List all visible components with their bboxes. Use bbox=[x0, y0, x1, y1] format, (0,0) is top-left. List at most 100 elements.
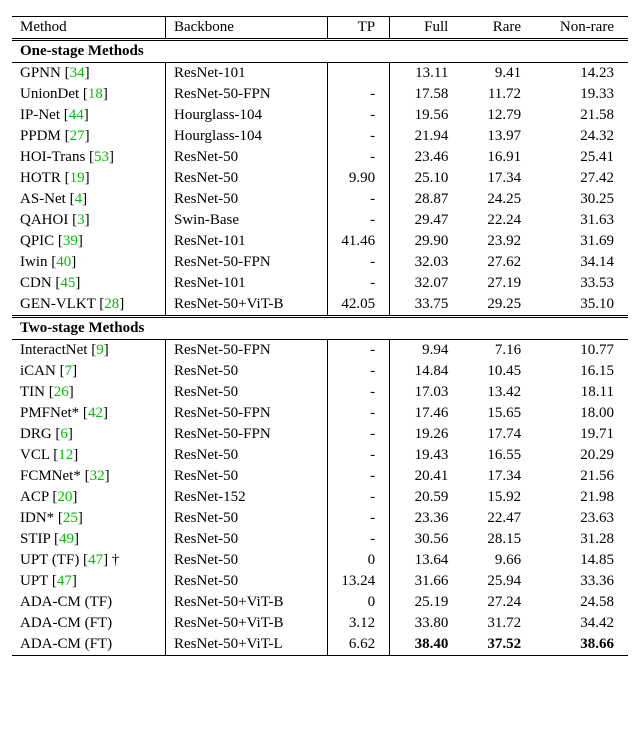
cell-full: 23.36 bbox=[390, 508, 463, 529]
citation-link[interactable]: 47 bbox=[57, 573, 72, 589]
cell-backbone: ResNet-152 bbox=[165, 487, 327, 508]
cell-full: 19.43 bbox=[390, 445, 463, 466]
table-row: CDN [45]ResNet-101-32.0727.1933.53 bbox=[12, 273, 628, 294]
cell-backbone: ResNet-50 bbox=[165, 550, 327, 571]
cell-nonrare: 31.28 bbox=[535, 529, 628, 550]
cell-nonrare: 24.58 bbox=[535, 592, 628, 613]
cell-full: 33.80 bbox=[390, 613, 463, 634]
table-row: UPT [47]ResNet-5013.2431.6625.9433.36 bbox=[12, 571, 628, 592]
citation-link[interactable]: 28 bbox=[104, 296, 119, 312]
cell-full: 29.90 bbox=[390, 231, 463, 252]
cell-nonrare: 24.32 bbox=[535, 126, 628, 147]
cell-backbone: ResNet-50-FPN bbox=[165, 340, 327, 362]
table-row: STIP [49]ResNet-50-30.5628.1531.28 bbox=[12, 529, 628, 550]
cell-backbone: ResNet-50-FPN bbox=[165, 424, 327, 445]
cell-nonrare: 33.53 bbox=[535, 273, 628, 294]
cell-method: IDN* [25] bbox=[12, 508, 165, 529]
citation-link[interactable]: 18 bbox=[88, 86, 103, 102]
cell-nonrare: 35.10 bbox=[535, 294, 628, 317]
cell-nonrare: 38.66 bbox=[535, 634, 628, 656]
cell-full: 13.64 bbox=[390, 550, 463, 571]
cell-full: 25.19 bbox=[390, 592, 463, 613]
cell-method: GEN-VLKT [28] bbox=[12, 294, 165, 317]
table-row: IP-Net [44]Hourglass-104-19.5612.7921.58 bbox=[12, 105, 628, 126]
cell-backbone: ResNet-50 bbox=[165, 189, 327, 210]
cell-rare: 37.52 bbox=[462, 634, 535, 656]
cell-rare: 12.79 bbox=[462, 105, 535, 126]
cell-method: PMFNet* [42] bbox=[12, 403, 165, 424]
cell-tp: - bbox=[327, 382, 390, 403]
cell-method: Iwin [40] bbox=[12, 252, 165, 273]
citation-link[interactable]: 53 bbox=[94, 149, 109, 165]
cell-rare: 11.72 bbox=[462, 84, 535, 105]
col-backbone: Backbone bbox=[165, 17, 327, 40]
table-row: PPDM [27]Hourglass-104-21.9413.9724.32 bbox=[12, 126, 628, 147]
cell-method: ADA-CM (FT) bbox=[12, 613, 165, 634]
cell-full: 19.56 bbox=[390, 105, 463, 126]
cell-backbone: ResNet-50 bbox=[165, 361, 327, 382]
citation-link[interactable]: 12 bbox=[58, 447, 73, 463]
cell-rare: 17.74 bbox=[462, 424, 535, 445]
cell-rare: 7.16 bbox=[462, 340, 535, 362]
cell-full: 19.26 bbox=[390, 424, 463, 445]
cell-tp: - bbox=[327, 445, 390, 466]
cell-backbone: ResNet-50 bbox=[165, 571, 327, 592]
citation-link[interactable]: 27 bbox=[70, 128, 85, 144]
cell-method: HOTR [19] bbox=[12, 168, 165, 189]
cell-tp: - bbox=[327, 189, 390, 210]
citation-link[interactable]: 25 bbox=[63, 510, 78, 526]
cell-full: 32.07 bbox=[390, 273, 463, 294]
cell-full: 13.11 bbox=[390, 63, 463, 85]
cell-rare: 9.66 bbox=[462, 550, 535, 571]
cell-nonrare: 14.23 bbox=[535, 63, 628, 85]
cell-method: STIP [49] bbox=[12, 529, 165, 550]
citation-link[interactable]: 26 bbox=[54, 384, 69, 400]
cell-backbone: ResNet-50 bbox=[165, 168, 327, 189]
citation-link[interactable]: 49 bbox=[59, 531, 74, 547]
citation-link[interactable]: 32 bbox=[90, 468, 105, 484]
citation-link[interactable]: 9 bbox=[96, 342, 104, 358]
cell-full: 21.94 bbox=[390, 126, 463, 147]
table-row: TIN [26]ResNet-50-17.0313.4218.11 bbox=[12, 382, 628, 403]
cell-full: 25.10 bbox=[390, 168, 463, 189]
cell-backbone: ResNet-101 bbox=[165, 63, 327, 85]
cell-full: 30.56 bbox=[390, 529, 463, 550]
cell-nonrare: 23.63 bbox=[535, 508, 628, 529]
cell-method: FCMNet* [32] bbox=[12, 466, 165, 487]
table-row: ACP [20]ResNet-152-20.5915.9221.98 bbox=[12, 487, 628, 508]
cell-rare: 31.72 bbox=[462, 613, 535, 634]
citation-link[interactable]: 40 bbox=[56, 254, 71, 270]
col-full: Full bbox=[390, 17, 463, 40]
citation-link[interactable]: 4 bbox=[75, 191, 83, 207]
cell-backbone: ResNet-50+ViT-B bbox=[165, 592, 327, 613]
citation-link[interactable]: 42 bbox=[88, 405, 103, 421]
citation-link[interactable]: 39 bbox=[63, 233, 78, 249]
citation-link[interactable]: 3 bbox=[77, 212, 85, 228]
citation-link[interactable]: 20 bbox=[57, 489, 72, 505]
citation-link[interactable]: 19 bbox=[70, 170, 85, 186]
cell-backbone: ResNet-50 bbox=[165, 382, 327, 403]
citation-link[interactable]: 34 bbox=[70, 65, 85, 81]
cell-rare: 27.19 bbox=[462, 273, 535, 294]
cell-method: CDN [45] bbox=[12, 273, 165, 294]
citation-link[interactable]: 6 bbox=[60, 426, 68, 442]
header-row: MethodBackboneTPFullRareNon-rare bbox=[12, 17, 628, 40]
cell-tp: 9.90 bbox=[327, 168, 390, 189]
citation-link[interactable]: 47 bbox=[88, 552, 103, 568]
cell-rare: 16.91 bbox=[462, 147, 535, 168]
citation-link[interactable]: 45 bbox=[60, 275, 75, 291]
cell-rare: 10.45 bbox=[462, 361, 535, 382]
cell-method: QPIC [39] bbox=[12, 231, 165, 252]
cell-rare: 13.42 bbox=[462, 382, 535, 403]
cell-full: 20.41 bbox=[390, 466, 463, 487]
cell-rare: 25.94 bbox=[462, 571, 535, 592]
table-row: InteractNet [9]ResNet-50-FPN-9.947.1610.… bbox=[12, 340, 628, 362]
citation-link[interactable]: 7 bbox=[65, 363, 73, 379]
cell-method: AS-Net [4] bbox=[12, 189, 165, 210]
cell-nonrare: 34.14 bbox=[535, 252, 628, 273]
cell-full: 31.66 bbox=[390, 571, 463, 592]
cell-rare: 16.55 bbox=[462, 445, 535, 466]
cell-rare: 22.24 bbox=[462, 210, 535, 231]
citation-link[interactable]: 44 bbox=[69, 107, 84, 123]
cell-nonrare: 21.58 bbox=[535, 105, 628, 126]
